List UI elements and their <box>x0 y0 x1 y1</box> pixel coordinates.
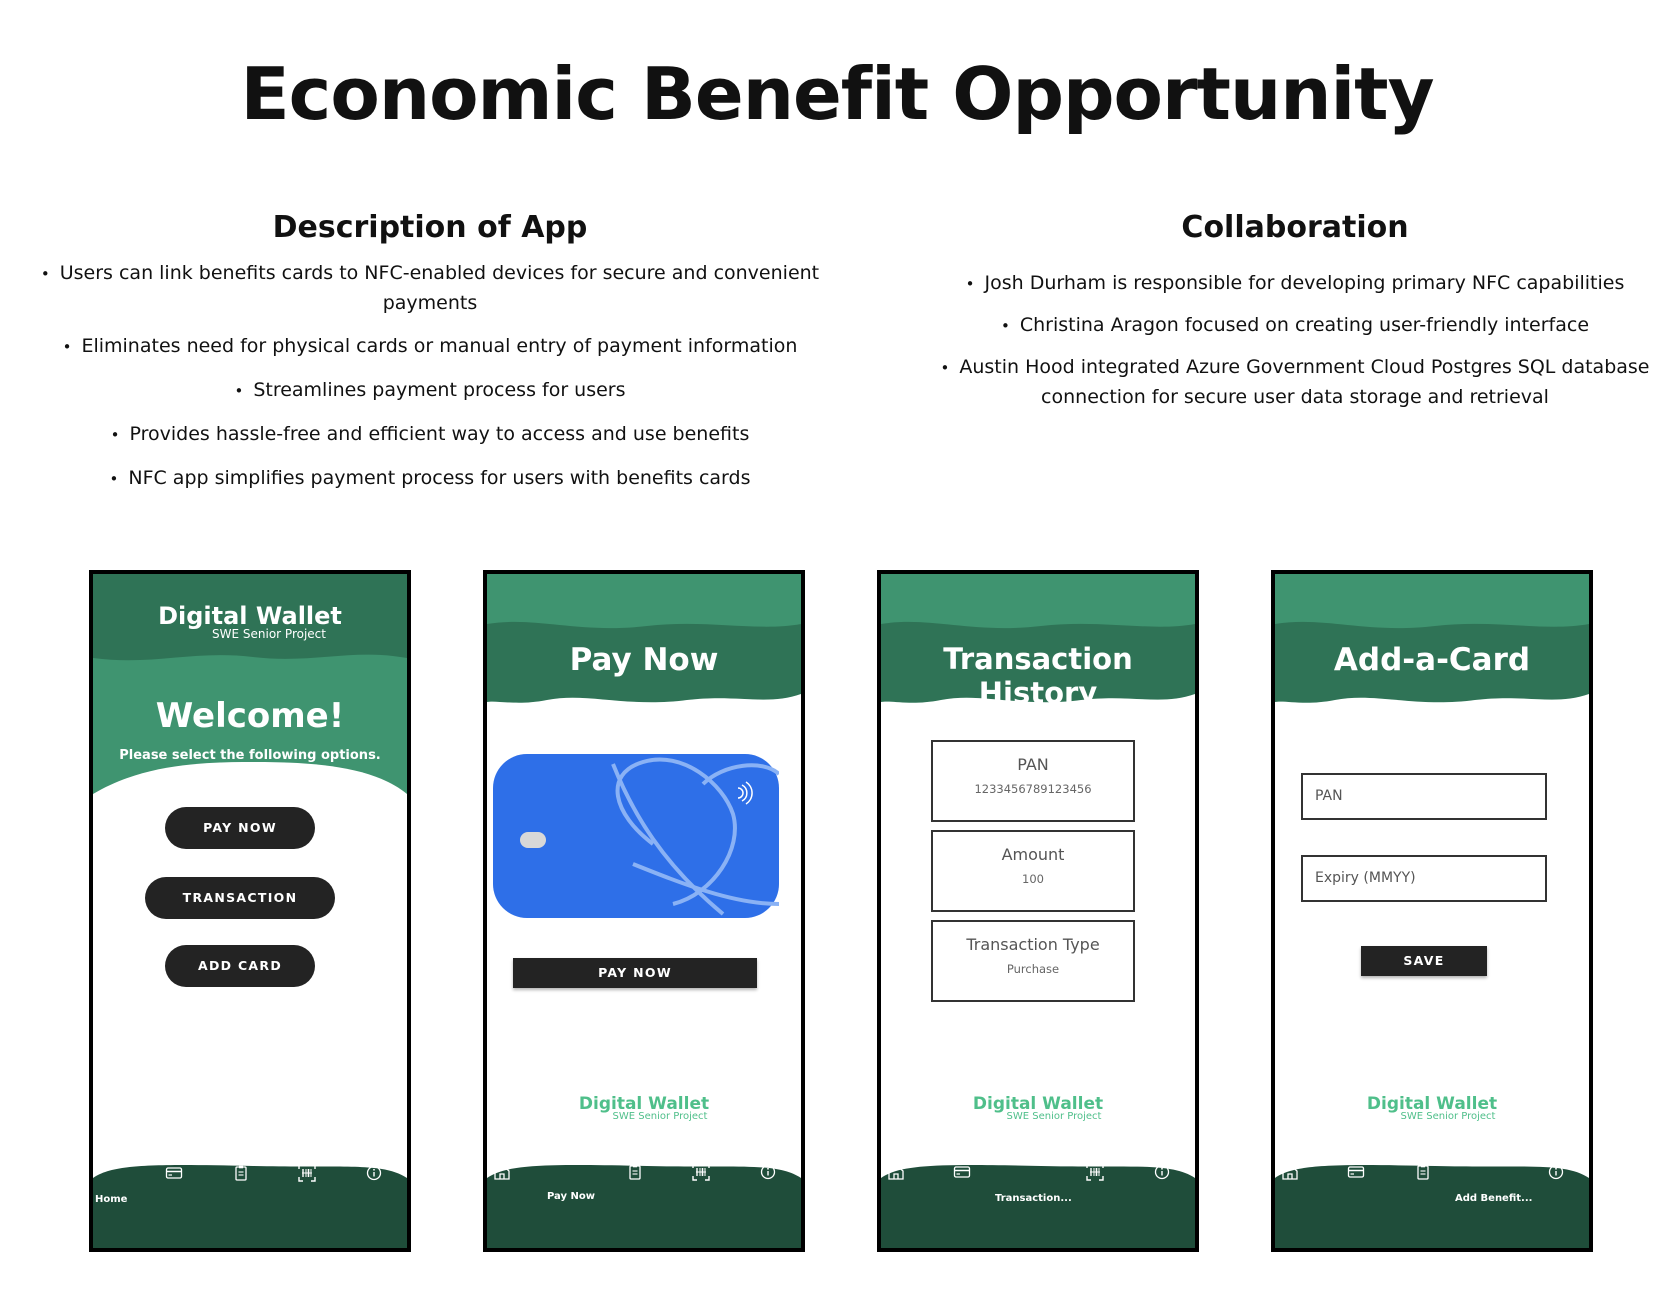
barcode-scan-icon[interactable] <box>1480 1137 1498 1155</box>
clipboard-icon[interactable] <box>1414 1163 1432 1181</box>
pay-now-screen: Pay Now PAY NOW Digital Wallet SWE Senio… <box>483 570 805 1252</box>
welcome-subtext: Please select the following options. <box>119 748 381 763</box>
bottom-nav <box>93 1165 407 1248</box>
info-icon[interactable] <box>1547 1163 1565 1181</box>
pay-now-button[interactable]: PAY NOW <box>165 807 315 849</box>
footer-logo: Digital Wallet SWE Senior Project <box>1275 1094 1589 1122</box>
collaboration-list: Josh Durham is responsible for developin… <box>935 269 1655 412</box>
bottom-nav <box>487 1165 801 1248</box>
transaction-type-field: Transaction Type Purchase <box>931 920 1135 1002</box>
field-label: Amount <box>1001 845 1065 864</box>
nav-label-add-benefit: Add Benefit... <box>1455 1193 1533 1204</box>
expiry-input[interactable]: Expiry (MMYY) <box>1301 855 1547 902</box>
bottom-nav <box>1275 1165 1589 1248</box>
home-screen: Digital Wallet SWE Senior Project Welcom… <box>89 570 411 1252</box>
app-logo: Digital Wallet SWE Senior Project <box>93 602 407 641</box>
transaction-history-button[interactable]: TRANSACTION HISTORY <box>145 877 335 947</box>
description-heading: Description of App <box>272 210 588 245</box>
info-icon[interactable] <box>1153 1163 1171 1181</box>
chip-icon <box>520 832 546 848</box>
add-card-screen: Add-a-Card PAN Expiry (MMYY) SAVE Digita… <box>1271 570 1593 1252</box>
list-item: Austin Hood integrated Azure Government … <box>935 353 1655 412</box>
amount-field: Amount 100 <box>931 830 1135 912</box>
field-value: Purchase <box>1006 962 1060 976</box>
card-icon[interactable] <box>165 1164 183 1182</box>
field-label: PAN <box>1017 755 1049 774</box>
info-icon[interactable] <box>759 1163 777 1181</box>
pay-now-button[interactable]: PAY NOW <box>513 958 757 988</box>
app-subtitle: SWE Senior Project <box>1006 1111 1102 1122</box>
home-icon[interactable] <box>493 1163 511 1181</box>
list-item: Christina Aragon focused on creating use… <box>935 311 1655 341</box>
payment-card[interactable] <box>493 754 779 918</box>
nav-label-pay-now: Pay Now <box>547 1191 595 1202</box>
list-item: Users can link benefits cards to NFC-ena… <box>20 259 840 318</box>
app-name: Digital Wallet <box>158 602 342 630</box>
collaboration-section: Collaboration Josh Durham is responsible… <box>935 210 1655 424</box>
screen-title: Transaction History <box>943 642 1133 710</box>
save-button[interactable]: SAVE <box>1361 946 1487 976</box>
clipboard-icon[interactable] <box>1020 1137 1038 1155</box>
description-section: Description of App Users can link benefi… <box>20 210 840 508</box>
list-item: Josh Durham is responsible for developin… <box>935 269 1655 299</box>
collaboration-heading: Collaboration <box>1181 210 1409 245</box>
nav-label-home: Home <box>95 1194 128 1205</box>
card-icon[interactable] <box>1347 1163 1365 1181</box>
info-icon[interactable] <box>365 1164 383 1182</box>
footer-logo: Digital Wallet SWE Senior Project <box>881 1094 1195 1122</box>
footer-logo: Digital Wallet SWE Senior Project <box>487 1094 801 1122</box>
screen-title: Pay Now <box>569 642 719 678</box>
card-icon[interactable] <box>559 1137 577 1155</box>
nav-label-transaction: Transaction... <box>995 1193 1072 1204</box>
clipboard-icon[interactable] <box>626 1163 644 1181</box>
card-icon[interactable] <box>953 1163 971 1181</box>
home-icon[interactable] <box>887 1163 905 1181</box>
pan-input[interactable]: PAN <box>1301 773 1547 820</box>
field-value: 100 <box>1022 872 1044 886</box>
list-item: NFC app simplifies payment process for u… <box>20 464 840 494</box>
barcode-scan-icon[interactable] <box>692 1163 710 1181</box>
welcome-heading: Welcome! <box>155 696 345 736</box>
page-title: Economic Benefit Opportunity <box>240 52 1434 136</box>
list-item: Eliminates need for physical cards or ma… <box>20 332 840 362</box>
home-icon[interactable] <box>1281 1163 1299 1181</box>
list-item: Provides hassle-free and efficient way t… <box>20 420 840 450</box>
transaction-history-screen: Transaction History PAN 1233456789123456… <box>877 570 1199 1252</box>
app-subtitle: SWE Senior Project <box>1400 1111 1496 1122</box>
bottom-nav <box>881 1165 1195 1248</box>
barcode-scan-icon[interactable] <box>298 1164 316 1182</box>
field-value: 1233456789123456 <box>974 782 1092 796</box>
description-list: Users can link benefits cards to NFC-ena… <box>20 259 840 494</box>
barcode-scan-icon[interactable] <box>1086 1163 1104 1181</box>
add-card-button[interactable]: ADD CARD <box>165 945 315 987</box>
home-icon[interactable] <box>99 1140 117 1158</box>
field-label: Transaction Type <box>966 935 1100 954</box>
screen-title: Add-a-Card <box>1333 642 1531 678</box>
app-subtitle: SWE Senior Project <box>612 1111 708 1122</box>
list-item: Streamlines payment process for users <box>20 376 840 406</box>
pan-field: PAN 1233456789123456 <box>931 740 1135 822</box>
clipboard-icon[interactable] <box>232 1164 250 1182</box>
